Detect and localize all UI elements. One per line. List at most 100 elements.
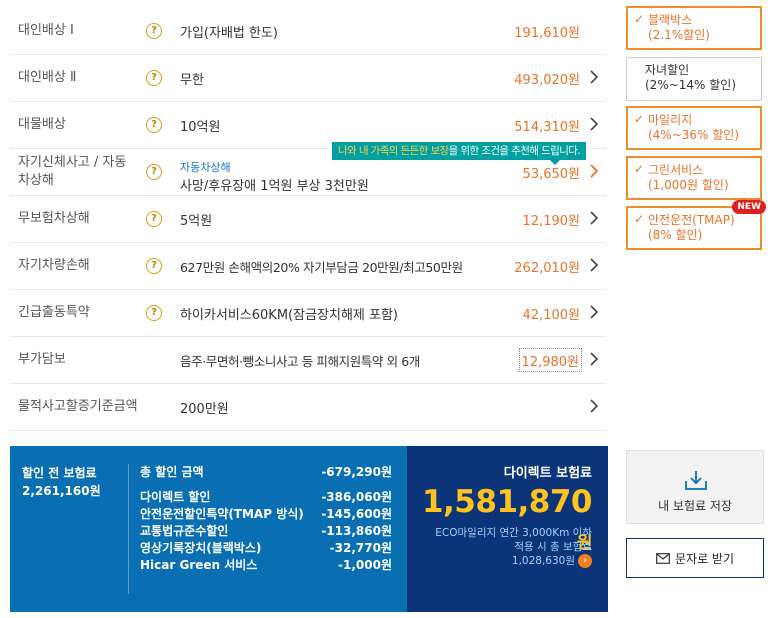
eco-note-value-row[interactable]: 1,028,630원 › — [435, 554, 592, 568]
check-icon: ✓ — [634, 12, 645, 26]
chevron-right-icon[interactable] — [586, 304, 602, 320]
save-premium-button[interactable]: 내 보험료 저장 — [626, 450, 764, 524]
coverage-label: 무보험차상해 — [18, 211, 90, 226]
envelope-icon — [656, 552, 670, 564]
check-icon: ✓ — [634, 112, 645, 126]
discount-item-value: -1,000원 — [338, 558, 392, 572]
help-icon[interactable]: ? — [146, 305, 162, 321]
coverage-label: 물적사고할증기준금액 — [18, 399, 138, 414]
arrow-right-icon[interactable]: › — [578, 554, 592, 568]
discount-item-label: 교통법규준수할인 — [140, 524, 229, 538]
coverage-label: 대물배상 — [18, 117, 66, 132]
sms-label: 문자로 받기 — [674, 551, 734, 566]
discount-rate: (8% 할인) — [648, 228, 703, 242]
coverage-label: 대인배상 Ⅱ — [18, 70, 77, 85]
direct-premium-panel: 다이렉트 보험료 1,581,870원 ECO마일리지 연간 3,000Km 이… — [407, 446, 608, 612]
coverage-label: 긴급출동특약 — [18, 305, 90, 320]
discount-rate: (1,000원 할인) — [648, 178, 729, 192]
check-icon: ✓ — [634, 162, 645, 176]
discount-item: Hicar Green 서비스 -1,000원 — [140, 557, 392, 574]
eco-mileage-note: ECO마일리지 연간 3,000Km 이하 적용 시 총 보험료 1,028,6… — [435, 526, 592, 568]
download-icon — [685, 471, 707, 490]
coverage-row-bodily-1: 대인배상 Ⅰ ? 가입(자배법 한도) 191,610원 — [10, 8, 606, 55]
chevron-right-icon[interactable] — [586, 210, 602, 226]
coverage-label: 자기차량손해 — [18, 258, 90, 273]
coverage-sub-label: 자동차상해 — [180, 161, 231, 174]
help-icon[interactable]: ? — [146, 70, 162, 86]
coverage-desc: 하이카서비스60KM(잠금장치해제 포함) — [180, 307, 398, 323]
help-icon[interactable]: ? — [146, 23, 162, 39]
coverage-label: 대인배상 Ⅰ — [18, 23, 74, 38]
discount-blackbox[interactable]: ✓ 블랙박스 (2.1%할인) — [626, 6, 762, 50]
help-icon[interactable]: ? — [146, 211, 162, 227]
help-icon[interactable]: ? — [146, 258, 162, 274]
chevron-right-icon[interactable] — [586, 116, 602, 132]
sms-button[interactable]: 문자로 받기 — [626, 538, 764, 578]
coverage-desc: 200만원 — [180, 401, 229, 417]
discount-name: 마일리지 — [648, 113, 693, 127]
recommend-tooltip: 나와 내 가족의 든든한 보장을 위한 조건을 추천해 드립니다. — [332, 142, 587, 165]
chevron-right-icon[interactable] — [586, 398, 602, 414]
discount-item-label: Hicar Green 서비스 — [140, 558, 258, 572]
discount-item-label: 영상기록장치(블랙박스) — [140, 541, 262, 555]
discount-item: 영상기록장치(블랙박스) -32,770원 — [140, 540, 392, 557]
discount-item: 다이렉트 할인 -386,060원 — [140, 489, 392, 506]
coverage-label: 부가담보 — [18, 352, 66, 367]
discount-name: 그린서비스 — [648, 163, 704, 177]
coverage-desc: 5억원 — [180, 213, 213, 229]
discount-rate: (2%~14% 할인) — [645, 78, 737, 92]
coverage-row-bodily-2[interactable]: 대인배상 Ⅱ ? 무한 493,020원 — [10, 55, 606, 102]
eco-note-value: 1,028,630원 — [511, 555, 575, 567]
discount-child[interactable]: 자녀할인 (2%~14% 할인) — [626, 57, 762, 101]
chevron-right-icon[interactable] — [586, 163, 602, 179]
coverage-price: 42,100원 — [522, 307, 580, 323]
direct-premium-title: 다이렉트 보험료 — [503, 466, 592, 481]
coverage-price: 12,190원 — [522, 213, 580, 229]
coverage-row-uninsured[interactable]: 무보험차상해 ? 5억원 12,190원 — [10, 196, 606, 243]
coverage-label: 자기신체사고 / 자동차상해 — [18, 155, 127, 188]
coverage-price: 12,980원 — [518, 348, 582, 372]
chevron-right-icon[interactable] — [586, 257, 602, 273]
coverage-desc: 가입(자배법 한도) — [180, 25, 278, 41]
coverage-row-property-threshold[interactable]: 물적사고할증기준금액 200만원 — [10, 384, 606, 431]
discount-green[interactable]: ✓ 그린서비스 (1,000원 할인) — [626, 156, 762, 200]
coverage-price: 191,610원 — [514, 25, 580, 41]
coverage-desc: 10억원 — [180, 119, 221, 135]
discount-tmap[interactable]: ✓ 안전운전(TMAP) (8% 할인) NEW — [626, 200, 766, 250]
coverage-price: 493,020원 — [514, 72, 580, 88]
discount-mileage[interactable]: ✓ 마일리지 (4%~36% 할인) — [626, 106, 762, 150]
total-discount-label: 총 할인 금액 — [140, 465, 204, 479]
discount-name: 안전운전(TMAP) — [648, 213, 735, 227]
new-badge: NEW — [732, 200, 766, 214]
discount-rate: (2.1%할인) — [648, 28, 710, 42]
tooltip-highlight: 나와 내 가족의 든든한 보장 — [338, 145, 449, 157]
discount-name: 블랙박스 — [648, 13, 693, 27]
coverage-row-own-vehicle[interactable]: 자기차량손해 ? 627만원 손해액의20% 자기부담금 20만원/최고50만원… — [10, 243, 606, 290]
check-icon: ✓ — [634, 212, 645, 226]
eco-note-line1: ECO마일리지 연간 3,000Km 이하 — [435, 527, 592, 539]
before-discount-label: 할인 전 보험료 — [22, 466, 97, 480]
discount-item-label: 안전운전할인특약(TMAP 방식) — [140, 507, 304, 521]
coverage-desc: 무한 — [180, 72, 204, 88]
discount-item-value: -32,770원 — [329, 541, 392, 555]
coverage-price: 262,010원 — [514, 260, 580, 276]
coverage-row-emergency[interactable]: 긴급출동특약 ? 하이카서비스60KM(잠금장치해제 포함) 42,100원 — [10, 290, 606, 337]
direct-premium-value: 1,581,870 — [421, 484, 593, 520]
help-icon[interactable]: ? — [146, 164, 162, 180]
discount-item: 안전운전할인특약(TMAP 방식) -145,600원 — [140, 506, 392, 523]
chevron-right-icon[interactable] — [586, 69, 602, 85]
coverage-row-additional[interactable]: 부가담보 음주·무면허·뺑소니사고 등 피해지원특약 외 6개 12,980원 — [10, 337, 606, 384]
save-premium-label: 내 보험료 저장 — [658, 499, 732, 513]
discount-item-value: -386,060원 — [321, 490, 392, 504]
discount-item-value: -145,600원 — [321, 507, 392, 521]
help-icon[interactable]: ? — [146, 117, 162, 133]
coverage-desc: 사망/후유장애 1억원 부상 3천만원 — [180, 179, 369, 194]
discount-list: 총 할인 금액 -679,290원 다이렉트 할인 -386,060원 안전운전… — [140, 464, 392, 574]
discount-item: 교통법규준수할인 -113,860원 — [140, 523, 392, 540]
discount-item-value: -113,860원 — [321, 524, 392, 538]
discount-item-label: 다이렉트 할인 — [140, 490, 211, 504]
before-discount-value: 2,261,160원 — [22, 484, 101, 498]
total-discount-value: -679,290원 — [321, 465, 392, 479]
chevron-right-icon[interactable] — [586, 351, 602, 367]
coverage-desc: 음주·무면허·뺑소니사고 등 피해지원특약 외 6개 — [180, 353, 420, 369]
